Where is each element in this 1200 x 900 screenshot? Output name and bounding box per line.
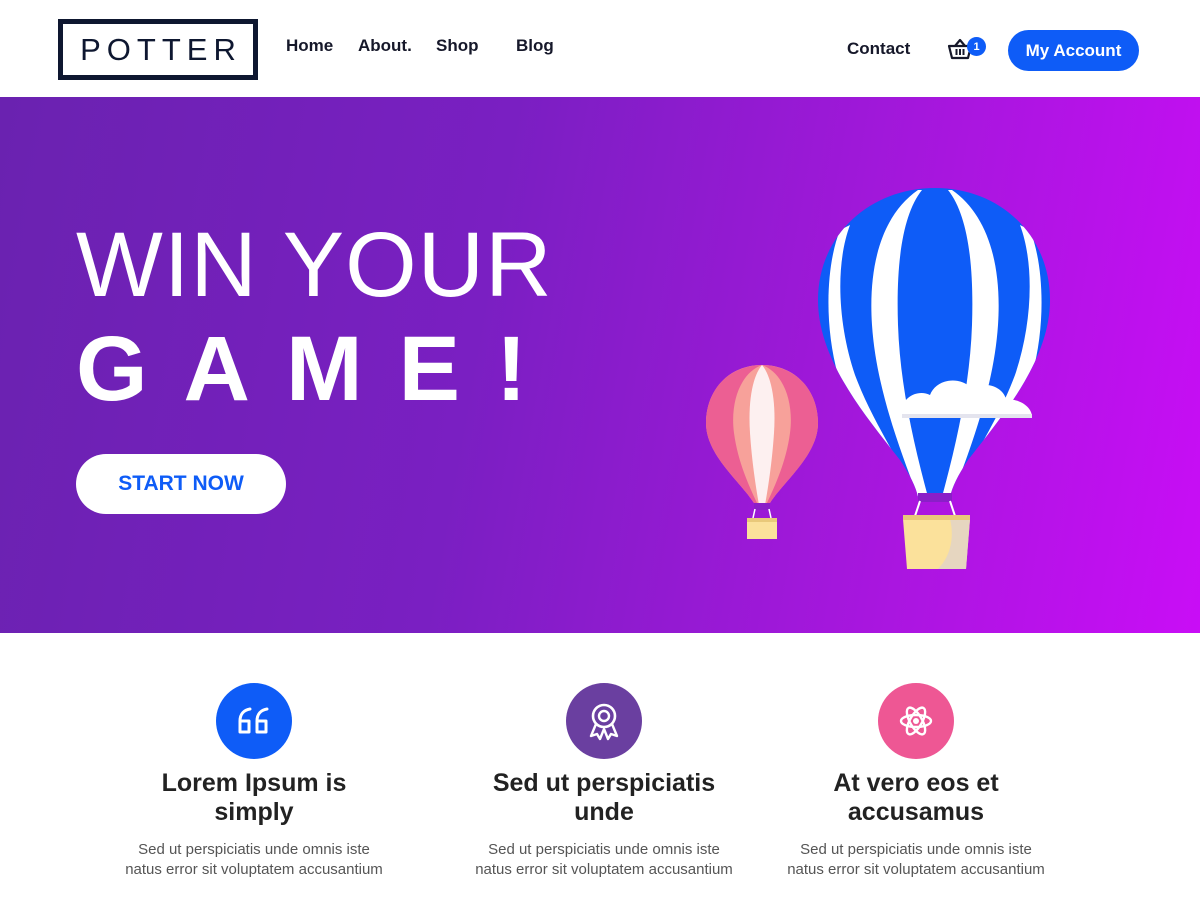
atom-icon xyxy=(878,683,954,759)
my-account-button[interactable]: My Account xyxy=(1008,30,1139,71)
nav-contact[interactable]: Contact xyxy=(847,38,910,60)
nav-about[interactable]: About. xyxy=(358,35,412,57)
feature-card: Sed ut perspiciatis unde Sed ut perspici… xyxy=(444,683,764,880)
nav-shop[interactable]: Shop xyxy=(436,35,479,57)
award-icon xyxy=(566,683,642,759)
feature-description: Sed ut perspiciatis unde omnis iste natu… xyxy=(125,841,383,878)
hero-headline-line1: WIN YOUR xyxy=(76,214,553,316)
hero-headline-line2: GAME! xyxy=(76,318,563,420)
feature-card: At vero eos et accusamus Sed ut perspici… xyxy=(756,683,1076,880)
nav-blog[interactable]: Blog xyxy=(516,35,554,57)
feature-title: Lorem Ipsum is simply xyxy=(161,769,347,826)
feature-description: Sed ut perspiciatis unde omnis iste natu… xyxy=(475,841,733,878)
hero-banner: WIN YOUR GAME! START NOW xyxy=(0,97,1200,633)
feature-description: Sed ut perspiciatis unde omnis iste natu… xyxy=(787,841,1045,878)
quote-icon xyxy=(216,683,292,759)
feature-card: Lorem Ipsum is simply Sed ut perspiciati… xyxy=(94,683,414,880)
feature-title: At vero eos et accusamus xyxy=(833,769,999,826)
site-header: POTTER Home About. Shop Blog Contact 1 M… xyxy=(0,0,1200,97)
large-balloon-illustration xyxy=(810,185,1060,575)
cart-count-badge: 1 xyxy=(967,37,986,56)
logo[interactable]: POTTER xyxy=(58,19,258,80)
start-now-button[interactable]: START NOW xyxy=(76,454,286,514)
feature-title: Sed ut perspiciatis unde xyxy=(492,769,716,826)
small-balloon-illustration xyxy=(700,363,824,545)
nav-home[interactable]: Home xyxy=(286,35,333,57)
